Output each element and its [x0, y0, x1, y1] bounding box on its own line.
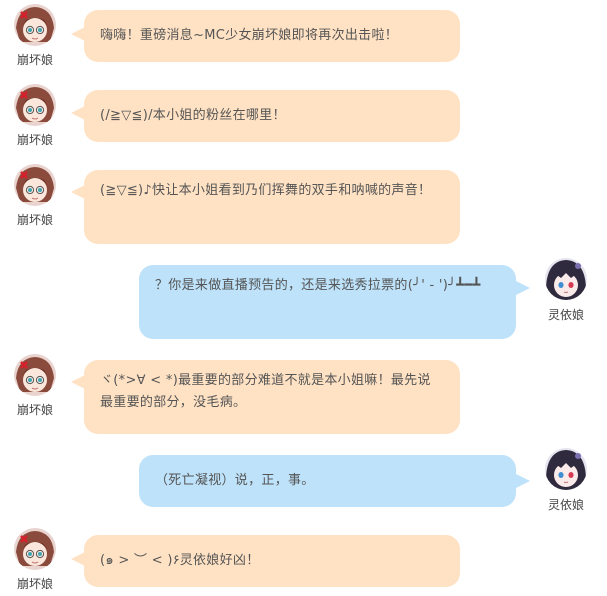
message-bubble: ？你是来做直播预告的，还是来选秀拉票的(╯' - ')╯┻━┻ [139, 265, 516, 339]
bubble-tail [516, 474, 530, 488]
honkai-girl-avatar-icon[interactable] [14, 528, 56, 570]
bubble-tail [516, 281, 530, 295]
message-bubble: （死亡凝视）说，正，事。 [139, 455, 516, 507]
message-bubble: (๑ > ︶ < )۶灵依娘好凶！ [84, 535, 460, 587]
message-bubble: (≧▽≦)♪快让本小姐看到乃们挥舞的双手和呐喊的声音！ [84, 170, 460, 244]
bubble-tail [71, 27, 85, 41]
message-bubble: 嗨嗨！重磅消息~MC少女崩坏娘即将再次出击啦！ [84, 10, 460, 62]
bubble-tail [71, 106, 85, 120]
bubble-tail [71, 185, 85, 199]
message-bubble: ヾ(*>∀ < *)最重要的部分难道不就是本小姐嘛！最先说最重要的部分，没毛病。 [84, 360, 460, 434]
speaker-name: 崩坏娘 [16, 403, 53, 417]
speaker-name: 崩坏娘 [16, 53, 53, 67]
lingyi-girl-avatar-icon[interactable] [545, 258, 587, 300]
honkai-girl-avatar-icon[interactable] [14, 164, 56, 206]
bubble-tail [71, 375, 85, 389]
speaker-name: 崩坏娘 [16, 133, 53, 147]
honkai-girl-avatar-icon[interactable] [14, 354, 56, 396]
message-bubble: (/≧▽≦)/本小姐的粉丝在哪里！ [84, 90, 460, 142]
speaker-name: 灵依娘 [547, 308, 584, 322]
honkai-girl-avatar-icon[interactable] [14, 84, 56, 126]
lingyi-girl-avatar-icon[interactable] [545, 448, 587, 490]
speaker-name: 灵依娘 [547, 498, 584, 512]
bubble-tail [71, 552, 85, 566]
speaker-name: 崩坏娘 [16, 213, 53, 227]
speaker-name: 崩坏娘 [16, 577, 53, 591]
honkai-girl-avatar-icon[interactable] [14, 4, 56, 46]
